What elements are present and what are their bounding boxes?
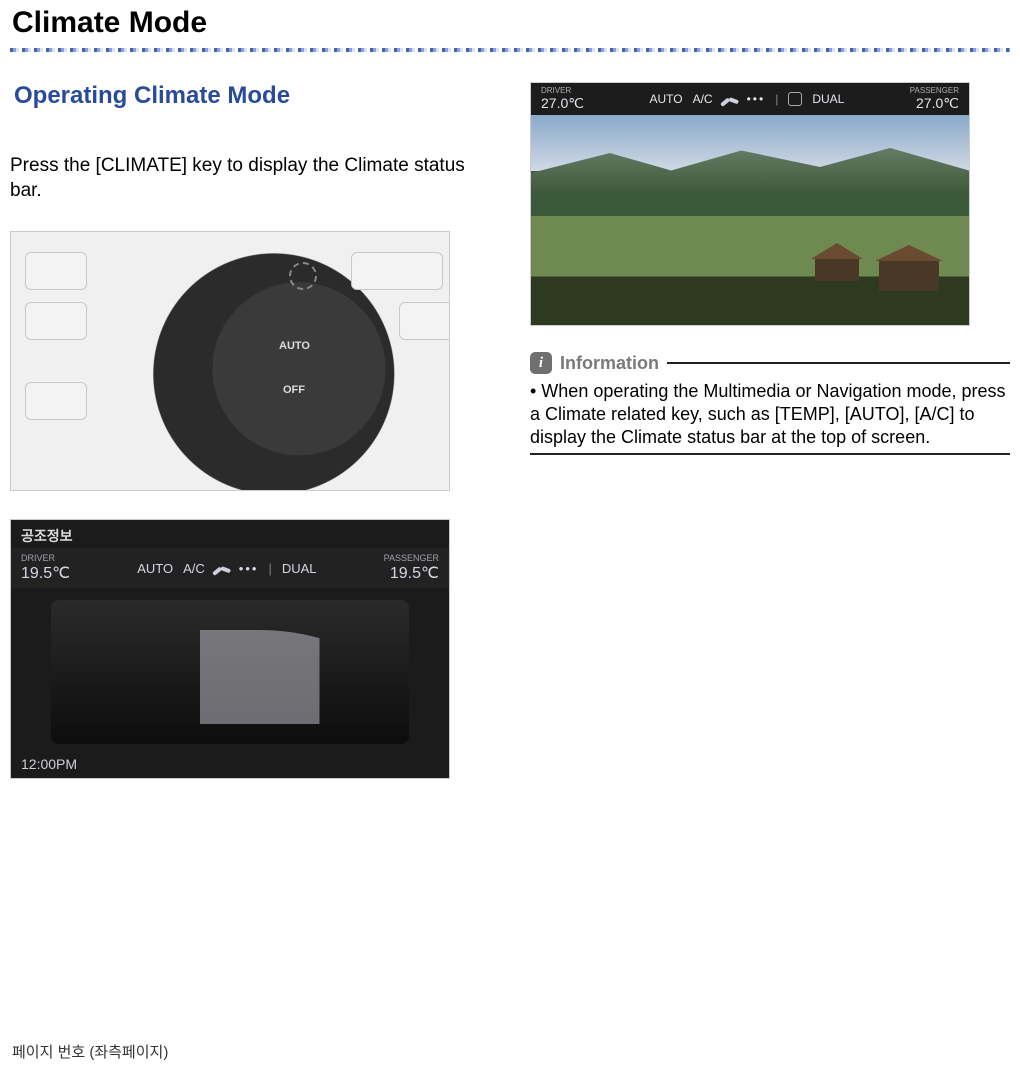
information-heading: i Information — [530, 352, 1010, 374]
nav-hut — [815, 257, 859, 281]
title-divider — [10, 48, 1010, 52]
spacer — [10, 491, 490, 519]
panel-button-temp — [25, 382, 87, 420]
driver-label: DRIVER — [541, 86, 584, 95]
nav-status-bar: DRIVER 27.0℃ AUTO A/C ••• | DUAL PASSENG… — [531, 83, 969, 115]
climate-status-bar: DRIVER 19.5℃ AUTO A/C ••• | DUAL PASSENG… — [11, 548, 449, 588]
info-icon: i — [530, 352, 552, 374]
recirc-icon — [788, 92, 802, 106]
status-mid: AUTO A/C ••• | DUAL — [649, 92, 844, 106]
fan-icon — [723, 92, 737, 106]
dual-indicator: DUAL — [812, 92, 844, 106]
passenger-block: PASSENGER 19.5℃ — [384, 553, 439, 583]
fan-level-dots: ••• — [239, 561, 259, 576]
left-column: Operating Climate Mode Press the [CLIMAT… — [10, 82, 490, 779]
panel-button-mode — [25, 302, 87, 340]
driver-temp: 27.0℃ — [541, 95, 584, 112]
panel-dial — [179, 268, 419, 478]
ac-indicator: A/C — [693, 92, 713, 106]
driver-temp: 19.5℃ — [21, 563, 70, 583]
climate-panel-photo: AUTO OFF — [10, 231, 450, 491]
page-title: Climate Mode — [12, 6, 1010, 40]
intro-text: Press the [CLIMATE] key to display the C… — [10, 154, 490, 203]
nav-hut — [879, 259, 939, 291]
car-illustration — [51, 600, 409, 744]
fan-icon — [215, 561, 229, 575]
status-mid: AUTO A/C ••• | DUAL — [137, 561, 316, 576]
auto-indicator: AUTO — [649, 92, 682, 106]
climate-screen-photo: 공조정보 DRIVER 19.5℃ AUTO A/C ••• | DUAL — [10, 519, 450, 779]
panel-button-ac — [25, 252, 87, 290]
passenger-block: PASSENGER 27.0℃ — [910, 86, 959, 112]
driver-block: DRIVER 27.0℃ — [541, 86, 584, 112]
passenger-label: PASSENGER — [384, 553, 439, 563]
right-column: DRIVER 27.0℃ AUTO A/C ••• | DUAL PASSENG… — [530, 82, 1010, 779]
page-footer: 페이지 번호 (좌측페이지) — [12, 1041, 168, 1062]
information-label: Information — [560, 353, 659, 374]
passenger-label: PASSENGER — [910, 86, 959, 95]
info-bottom-rule — [530, 453, 1010, 455]
nav-climate-bar-photo: DRIVER 27.0℃ AUTO A/C ••• | DUAL PASSENG… — [530, 82, 970, 326]
ac-indicator: A/C — [183, 561, 205, 576]
info-top-rule — [667, 362, 1010, 364]
manual-page: Climate Mode Operating Climate Mode Pres… — [0, 6, 1020, 1080]
two-column-layout: Operating Climate Mode Press the [CLIMAT… — [10, 82, 1010, 779]
climate-screen-header: 공조정보 — [21, 526, 73, 546]
passenger-temp: 19.5℃ — [384, 563, 439, 583]
panel-dial-off-label: OFF — [283, 384, 305, 396]
fan-level-dots: ••• — [747, 92, 766, 106]
information-body: • When operating the Multimedia or Navig… — [530, 380, 1010, 449]
passenger-temp: 27.0℃ — [910, 95, 959, 112]
panel-dial-auto-label: AUTO — [279, 340, 310, 352]
dual-indicator: DUAL — [282, 561, 317, 576]
clock: 12:00PM — [21, 756, 77, 772]
driver-block: DRIVER 19.5℃ — [21, 553, 70, 583]
section-title: Operating Climate Mode — [14, 82, 490, 110]
driver-label: DRIVER — [21, 553, 70, 563]
auto-indicator: AUTO — [137, 561, 173, 576]
